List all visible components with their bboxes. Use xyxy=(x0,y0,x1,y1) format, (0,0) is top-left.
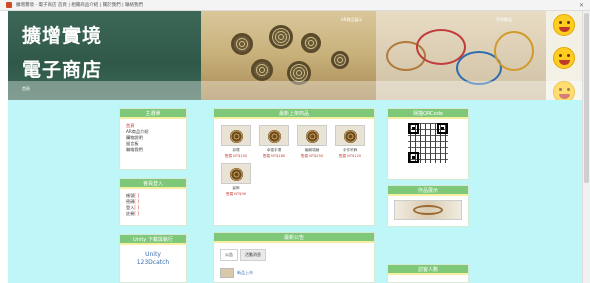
login-row: 註冊[ ] xyxy=(126,211,139,216)
product-price: 售價 NT$180 xyxy=(262,154,286,158)
menu-item-contact[interactable]: 聯絡我們 xyxy=(126,147,180,153)
product-name[interactable]: 幸運手環 xyxy=(258,148,290,153)
product-card[interactable]: 耳環 售價 NT$150 xyxy=(220,125,252,159)
announcement-panel: 最新公告 公告 活動消息 新品上市 xyxy=(213,232,375,283)
product-thumbnail[interactable] xyxy=(221,163,251,184)
visitor-title: 訪客人數 xyxy=(388,265,468,275)
member-login-panel: 會員登入 帳號[ ] 密碼[ ] 登入[ ] 註冊[ ] xyxy=(119,178,187,226)
visitor-panel: 訪客人數 xyxy=(387,264,469,283)
laughing-emoji-icon xyxy=(553,14,575,36)
products-title: 最新上架商品 xyxy=(214,109,374,119)
unity-panel-title: Unity 下載與執行 xyxy=(120,235,186,245)
unity-panel: Unity 下載與執行 Unity 123Dcatch xyxy=(119,234,187,283)
site-title-line1: 擴增實境 xyxy=(22,25,103,47)
product-thumbnail[interactable] xyxy=(221,125,251,146)
products-panel: 最新上架商品 耳環 售價 NT$150 幸運手環 售價 NT$180 編織項鍊 … xyxy=(213,108,375,226)
browser-tab-title[interactable]: 擴增實境 - 電子商店 首頁 | 相關商品介紹 | 關於我們 | 聯絡我們 xyxy=(16,2,143,8)
main-menu-title: 主選單 xyxy=(120,109,186,119)
announcement-link[interactable]: 新品上市 xyxy=(237,270,253,276)
member-login-title: 會員登入 xyxy=(120,179,186,189)
site-banner: 擴增實境 電子商店 首頁 AR商品展示 手作飾品 xyxy=(8,11,582,100)
product-card[interactable]: 手作吊飾 售價 NT$120 xyxy=(334,125,366,159)
product-thumbnail[interactable] xyxy=(297,125,327,146)
banner-caption: 首頁 xyxy=(22,86,30,91)
qrcode-panel: 掃描QRCode xyxy=(387,108,469,180)
banner-shade xyxy=(8,81,582,100)
tab-announcements[interactable]: 公告 xyxy=(220,249,238,261)
banner-tag-mid: AR商品展示 xyxy=(341,17,363,22)
unity-link[interactable]: Unity xyxy=(120,251,186,259)
123dcatch-link[interactable]: 123Dcatch xyxy=(120,259,186,267)
laughing-emoji-icon xyxy=(553,47,575,69)
qrcode-title: 掃描QRCode xyxy=(388,109,468,119)
announcement-thumbnail xyxy=(220,268,234,278)
announcement-title: 最新公告 xyxy=(214,233,374,243)
product-card[interactable]: 髮飾 售價 NT$90 xyxy=(220,163,252,197)
banner-tag-right: 手作飾品 xyxy=(496,17,512,22)
close-icon[interactable]: ✕ xyxy=(579,2,584,9)
tab-events[interactable]: 活動消息 xyxy=(240,249,266,261)
gallery-photo[interactable] xyxy=(394,200,462,220)
product-name[interactable]: 耳環 xyxy=(220,148,252,153)
product-price: 售價 NT$90 xyxy=(225,192,247,196)
product-card[interactable]: 幸運手環 售價 NT$180 xyxy=(258,125,290,159)
site-favicon-icon xyxy=(6,2,12,8)
product-card[interactable]: 編織項鍊 售價 NT$250 xyxy=(296,125,328,159)
scrollbar-thumb[interactable] xyxy=(584,13,589,183)
product-price: 售價 NT$250 xyxy=(300,154,324,158)
page-scrollbar[interactable] xyxy=(582,11,590,283)
browser-tab-bar: 擴增實境 - 電子商店 首頁 | 相關商品介紹 | 關於我們 | 聯絡我們 ✕ xyxy=(0,0,590,11)
product-name[interactable]: 編織項鍊 xyxy=(296,148,328,153)
product-price: 售價 NT$150 xyxy=(224,154,248,158)
gallery-panel: 作品展示 xyxy=(387,185,469,227)
site-title-line2: 電子商店 xyxy=(22,59,103,81)
main-menu-panel: 主選單 首頁 AR商品介紹 購物說明 留言板 聯絡我們 xyxy=(119,108,187,170)
list-item[interactable]: 新品上市 xyxy=(220,268,368,278)
qrcode-image[interactable] xyxy=(408,123,448,163)
product-thumbnail[interactable] xyxy=(335,125,365,146)
product-name[interactable]: 髮飾 xyxy=(220,186,252,191)
product-price: 售價 NT$120 xyxy=(338,154,362,158)
product-thumbnail[interactable] xyxy=(259,125,289,146)
product-name[interactable]: 手作吊飾 xyxy=(334,148,366,153)
gallery-title: 作品展示 xyxy=(388,186,468,196)
main-content: 主選單 首頁 AR商品介紹 購物說明 留言板 聯絡我們 會員登入 帳號[ ] 密… xyxy=(8,100,582,283)
